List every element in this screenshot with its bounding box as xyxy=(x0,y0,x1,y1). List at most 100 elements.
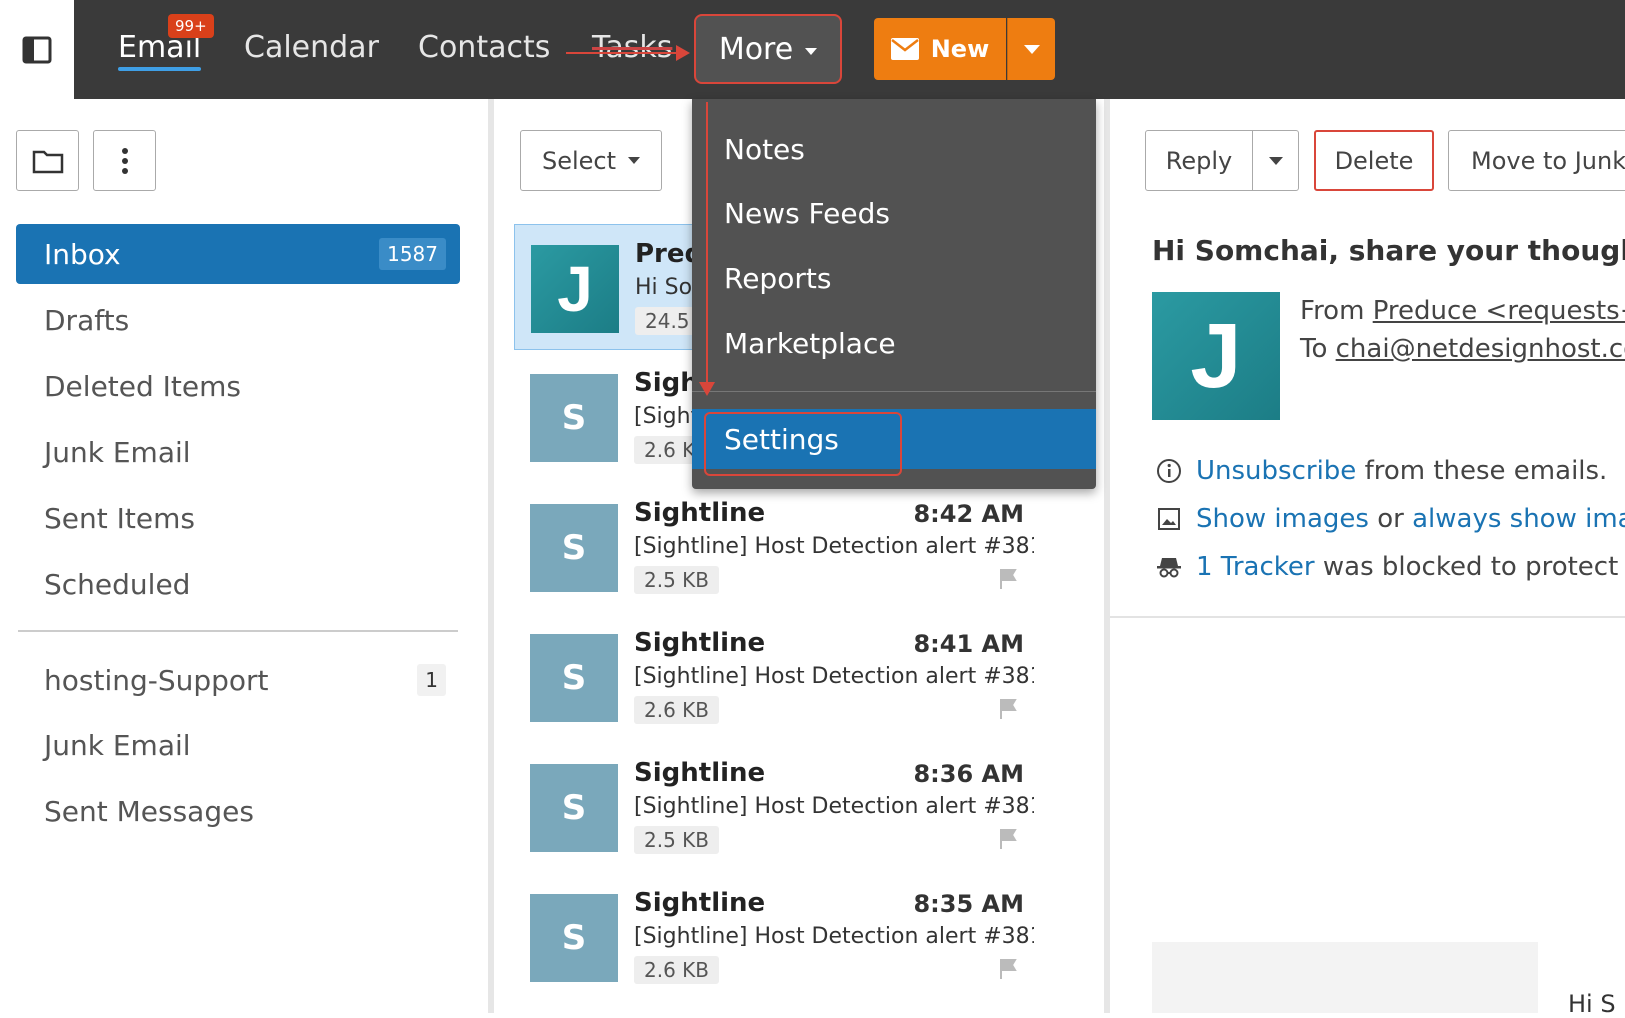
new-button-label: New xyxy=(930,35,990,63)
nav-more-label: More xyxy=(718,31,794,67)
unread-badge: 99+ xyxy=(168,14,214,38)
divider xyxy=(1110,616,1625,618)
avatar: S xyxy=(530,764,618,852)
nav-calendar[interactable]: Calendar xyxy=(244,30,379,65)
message-time: 8:41 AM xyxy=(913,630,1024,658)
more-options-button[interactable] xyxy=(93,130,156,191)
delete-button[interactable]: Delete xyxy=(1314,130,1434,191)
menu-item-marketplace[interactable]: Marketplace xyxy=(692,313,1096,373)
menu-item-notes[interactable]: Notes xyxy=(692,119,1096,179)
or-text: or xyxy=(1377,504,1404,534)
panel-resize-handle[interactable] xyxy=(1104,99,1110,1013)
vertical-dots-icon xyxy=(121,147,128,174)
message-subject: [Sightline] Host Detection alert #381... xyxy=(634,924,1034,949)
unread-count: 1587 xyxy=(379,238,446,270)
annotation-arrow-head xyxy=(676,45,690,61)
chevron-down-icon xyxy=(628,157,641,164)
folder-sent-items[interactable]: Sent Items xyxy=(16,488,460,548)
flag-icon[interactable] xyxy=(998,698,1020,720)
message-row[interactable]: S Sightline 8:41 AM [Sightline] Host Det… xyxy=(514,614,1054,740)
email-body-image-placeholder xyxy=(1152,942,1538,1013)
sender-avatar: J xyxy=(1152,292,1280,420)
avatar: S xyxy=(530,504,618,592)
nav-contacts[interactable]: Contacts xyxy=(418,30,550,65)
message-time: 8:36 AM xyxy=(913,760,1024,788)
unsubscribe-notice: Unsubscribe from these emails. xyxy=(1156,456,1607,486)
panel-resize-handle[interactable] xyxy=(488,99,494,1013)
message-sender: Sightline xyxy=(634,498,766,528)
menu-item-news-feeds[interactable]: News Feeds xyxy=(692,183,1096,243)
annotation-arrow xyxy=(706,102,708,384)
nav-more-button[interactable]: More xyxy=(694,14,842,84)
annotation-arrow xyxy=(566,52,678,54)
show-images-link[interactable]: Show images xyxy=(1196,504,1369,534)
to-label: To xyxy=(1300,334,1328,364)
folder-button[interactable] xyxy=(16,130,79,191)
select-dropdown[interactable]: Select xyxy=(520,130,662,191)
message-sender: Sigh xyxy=(634,368,699,398)
message-size: 2.5 KB xyxy=(634,826,719,854)
annotation-arrow-head xyxy=(699,382,715,396)
message-row[interactable]: S Sightline 8:35 AM [Sightline] Host Det… xyxy=(514,874,1054,1000)
info-icon xyxy=(1156,458,1182,484)
sidebar-toggle-icon xyxy=(22,36,52,63)
move-to-junk-button[interactable]: Move to Junk xyxy=(1448,130,1625,191)
new-message-button[interactable]: New xyxy=(874,18,1006,80)
folder-junk-email[interactable]: Junk Email xyxy=(16,422,460,482)
new-options-dropdown[interactable] xyxy=(1007,18,1055,80)
message-sender: Sightline xyxy=(634,888,766,918)
always-show-images-link[interactable]: always show imag xyxy=(1412,504,1625,534)
flag-icon[interactable] xyxy=(998,828,1020,850)
flag-icon[interactable] xyxy=(998,568,1020,590)
reply-options-dropdown[interactable] xyxy=(1252,130,1299,191)
select-label: Select xyxy=(541,146,617,175)
tracker-link[interactable]: 1 Tracker xyxy=(1196,552,1315,582)
folder-scheduled[interactable]: Scheduled xyxy=(16,554,460,614)
active-tab-underline xyxy=(118,67,202,71)
to-line: To chai@netdesignhost.co xyxy=(1300,334,1625,364)
top-nav-bar: Email 99+ Calendar Contacts Tasks More N… xyxy=(0,0,1625,99)
message-sender: Sightline xyxy=(634,628,766,658)
tracker-notice: 1 Tracker was blocked to protect y xyxy=(1156,552,1625,582)
image-icon xyxy=(1156,506,1182,532)
chevron-down-icon xyxy=(1023,44,1040,54)
folder-junk-email-2[interactable]: Junk Email xyxy=(16,715,460,775)
unsubscribe-link[interactable]: Unsubscribe xyxy=(1196,456,1356,486)
folder-drafts[interactable]: Drafts xyxy=(16,290,460,350)
message-size: 24.5 xyxy=(635,307,700,335)
message-row[interactable]: S Sightline 8:36 AM [Sightline] Host Det… xyxy=(514,744,1054,870)
folder-sent-messages[interactable]: Sent Messages xyxy=(16,781,460,841)
annotation-highlight-box xyxy=(704,412,902,476)
from-label: From xyxy=(1300,296,1365,326)
message-row[interactable]: S Sightline 8:42 AM [Sightline] Host Det… xyxy=(514,484,1054,610)
message-subject: [Sightline] Host Detection alert #381... xyxy=(634,534,1034,559)
email-subject-title: Hi Somchai, share your thought xyxy=(1152,234,1625,267)
flag-icon[interactable] xyxy=(998,958,1020,980)
chevron-down-icon xyxy=(1268,156,1283,165)
menu-item-reports[interactable]: Reports xyxy=(692,248,1096,308)
folder-hosting-support[interactable]: hosting-Support 1 xyxy=(16,650,460,710)
message-size: 2.6 KB xyxy=(634,956,719,984)
from-address[interactable]: Preduce <requests+ xyxy=(1373,296,1625,326)
nav-tasks[interactable]: Tasks xyxy=(592,30,672,65)
chevron-down-icon xyxy=(805,47,818,55)
reply-button[interactable]: Reply xyxy=(1145,130,1253,191)
folder-label: Inbox xyxy=(44,237,121,271)
unsubscribe-text: from these emails. xyxy=(1364,456,1608,486)
message-time: 8:42 AM xyxy=(913,500,1024,528)
avatar: J xyxy=(531,245,619,333)
folder-inbox[interactable]: Inbox 1587 xyxy=(16,224,460,284)
incognito-spy-icon xyxy=(1156,554,1182,580)
to-address[interactable]: chai@netdesignhost.co xyxy=(1336,334,1625,364)
folder-label: hosting-Support xyxy=(44,663,269,697)
message-time: 8:35 AM xyxy=(913,890,1024,918)
message-size: 2.6 KB xyxy=(634,696,719,724)
folder-deleted-items[interactable]: Deleted Items xyxy=(16,356,460,416)
folder-icon xyxy=(32,150,63,173)
message-subject: [Sightline] Host Detection alert #381... xyxy=(634,794,1034,819)
menu-divider xyxy=(692,391,1096,392)
sidebar-toggle-button[interactable] xyxy=(0,0,74,99)
avatar: S xyxy=(530,894,618,982)
images-notice: Show images or always show imag xyxy=(1156,504,1625,534)
message-sender: Sightline xyxy=(634,758,766,788)
